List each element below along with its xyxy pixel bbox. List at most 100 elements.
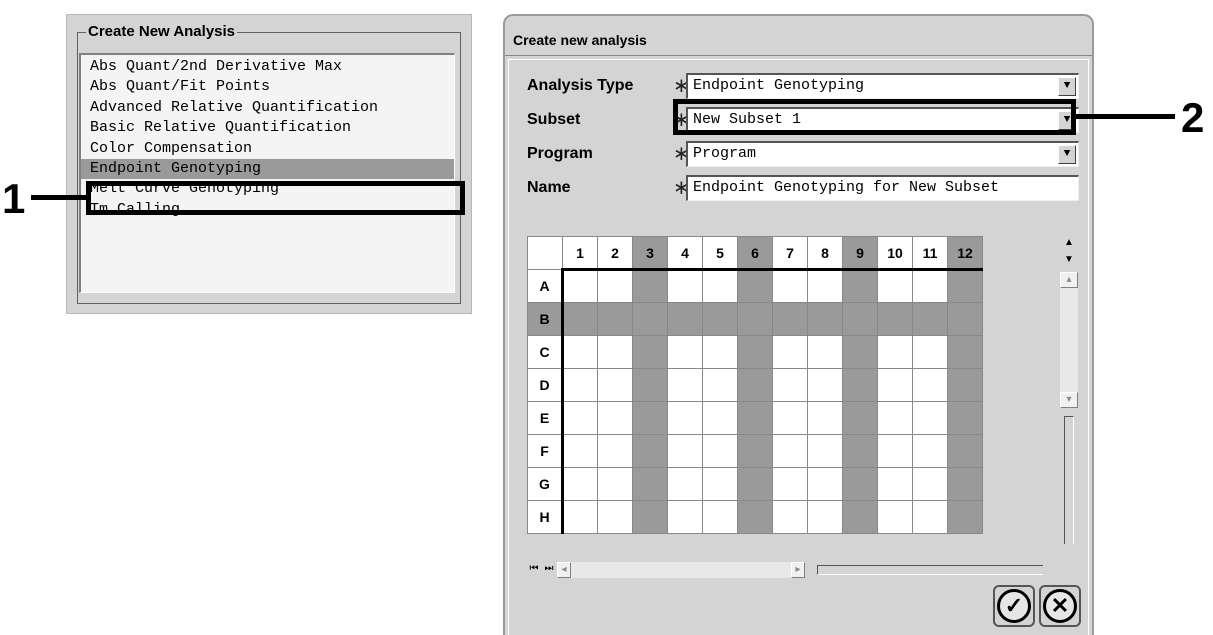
plate-well[interactable] — [807, 335, 843, 369]
plate-well[interactable] — [597, 434, 633, 468]
vertical-scroll-track[interactable] — [1060, 288, 1078, 392]
plate-well[interactable] — [737, 302, 773, 336]
plate-column-header[interactable]: 7 — [772, 236, 808, 271]
plate-well[interactable] — [562, 302, 598, 336]
plate-well[interactable] — [912, 368, 948, 402]
plate-well[interactable] — [702, 401, 738, 435]
plate-corner[interactable] — [527, 236, 563, 270]
list-item-abs-quant-2nd-derivative[interactable]: Abs Quant/2nd Derivative Max — [81, 57, 454, 77]
program-dropdown[interactable]: Program ▼ — [686, 141, 1079, 167]
horizontal-slider[interactable] — [817, 565, 1043, 575]
plate-well[interactable] — [667, 434, 703, 468]
plate-column-header[interactable]: 6 — [737, 236, 773, 271]
list-item-basic-relative-quant[interactable]: Basic Relative Quantification — [81, 118, 454, 138]
plate-well[interactable] — [737, 269, 773, 303]
plate-well[interactable] — [632, 302, 668, 336]
plate-well[interactable] — [877, 302, 913, 336]
plate-well[interactable] — [562, 335, 598, 369]
plate-well[interactable] — [597, 500, 633, 534]
plate-well[interactable] — [807, 269, 843, 303]
plate-well[interactable] — [632, 401, 668, 435]
plate-well[interactable] — [947, 302, 983, 336]
horizontal-scrollbar[interactable]: ⏮ ⏭ ◂ ▸ — [527, 562, 1047, 578]
plate-well[interactable] — [597, 467, 633, 501]
ok-button[interactable]: ✓ — [997, 589, 1031, 623]
vertical-scrollbar[interactable]: ▲ ▼ ▴ ▾ — [1060, 236, 1078, 546]
plate-well[interactable] — [562, 269, 598, 303]
list-item-endpoint-genotyping[interactable]: Endpoint Genotyping — [81, 158, 454, 180]
list-item-abs-quant-fit-points[interactable]: Abs Quant/Fit Points — [81, 77, 454, 97]
plate-row-header[interactable]: E — [527, 401, 564, 435]
scroll-first-icon[interactable]: ⏮ — [527, 562, 541, 578]
plate-row-header[interactable]: F — [527, 434, 564, 468]
plate-well[interactable] — [562, 434, 598, 468]
plate-well[interactable] — [947, 500, 983, 534]
plate-well[interactable] — [597, 368, 633, 402]
vertical-slider[interactable] — [1064, 416, 1074, 544]
plate-row-header[interactable]: H — [527, 500, 564, 534]
plate-well[interactable] — [912, 401, 948, 435]
plate-row-header[interactable]: B — [527, 302, 564, 336]
scroll-to-bottom-icon[interactable]: ▼ — [1060, 253, 1078, 269]
plate-well[interactable] — [737, 368, 773, 402]
plate-well[interactable] — [947, 269, 983, 303]
plate-well[interactable] — [772, 302, 808, 336]
plate-well[interactable] — [947, 335, 983, 369]
plate-well[interactable] — [877, 500, 913, 534]
plate-well[interactable] — [807, 401, 843, 435]
plate-column-header[interactable]: 4 — [667, 236, 703, 271]
analysis-type-dropdown[interactable]: Endpoint Genotyping ▼ — [686, 73, 1079, 99]
plate-well[interactable] — [562, 401, 598, 435]
scroll-down-button[interactable]: ▾ — [1060, 392, 1078, 408]
plate-well[interactable] — [842, 434, 878, 468]
scroll-left-button[interactable]: ◂ — [557, 562, 571, 578]
scroll-to-top-icon[interactable]: ▲ — [1060, 236, 1078, 252]
plate-well[interactable] — [667, 335, 703, 369]
plate-well[interactable] — [842, 302, 878, 336]
scroll-up-button[interactable]: ▴ — [1060, 272, 1078, 288]
plate-column-header[interactable]: 10 — [877, 236, 913, 271]
cancel-button[interactable]: ✕ — [1043, 589, 1077, 623]
chevron-down-icon[interactable]: ▼ — [1058, 77, 1076, 96]
plate-well[interactable] — [702, 335, 738, 369]
plate-column-header[interactable]: 3 — [632, 236, 668, 271]
list-item-color-compensation[interactable]: Color Compensation — [81, 139, 454, 159]
plate-well[interactable] — [702, 434, 738, 468]
plate-well[interactable] — [807, 500, 843, 534]
plate-well[interactable] — [737, 401, 773, 435]
plate-well[interactable] — [772, 467, 808, 501]
plate-well[interactable] — [912, 500, 948, 534]
plate-well[interactable] — [807, 368, 843, 402]
plate-column-header[interactable]: 11 — [912, 236, 948, 271]
plate-column-header[interactable]: 2 — [597, 236, 633, 271]
plate-well[interactable] — [772, 434, 808, 468]
plate-well[interactable] — [842, 335, 878, 369]
plate-well[interactable] — [947, 368, 983, 402]
plate-row-header[interactable]: D — [527, 368, 564, 402]
plate-well[interactable] — [912, 269, 948, 303]
plate-well[interactable] — [702, 269, 738, 303]
plate-well[interactable] — [737, 467, 773, 501]
plate-well[interactable] — [772, 500, 808, 534]
plate-well[interactable] — [807, 467, 843, 501]
plate-well[interactable] — [632, 500, 668, 534]
plate-row-header[interactable]: G — [527, 467, 564, 501]
plate-row-header[interactable]: A — [527, 269, 564, 303]
list-item-advanced-relative-quant[interactable]: Advanced Relative Quantification — [81, 98, 454, 118]
plate-well[interactable] — [597, 401, 633, 435]
plate-well[interactable] — [807, 434, 843, 468]
plate-well[interactable] — [912, 434, 948, 468]
plate-well[interactable] — [667, 401, 703, 435]
plate-well[interactable] — [667, 368, 703, 402]
plate-well[interactable] — [632, 434, 668, 468]
horizontal-scroll-track[interactable] — [571, 562, 791, 578]
name-input[interactable]: Endpoint Genotyping for New Subset — [686, 175, 1079, 201]
plate-well[interactable] — [877, 368, 913, 402]
plate-well[interactable] — [597, 302, 633, 336]
plate-row-header[interactable]: C — [527, 335, 564, 369]
plate-well[interactable] — [597, 335, 633, 369]
plate-well[interactable] — [877, 335, 913, 369]
plate-well[interactable] — [842, 500, 878, 534]
plate-well[interactable] — [667, 500, 703, 534]
plate-well[interactable] — [912, 335, 948, 369]
